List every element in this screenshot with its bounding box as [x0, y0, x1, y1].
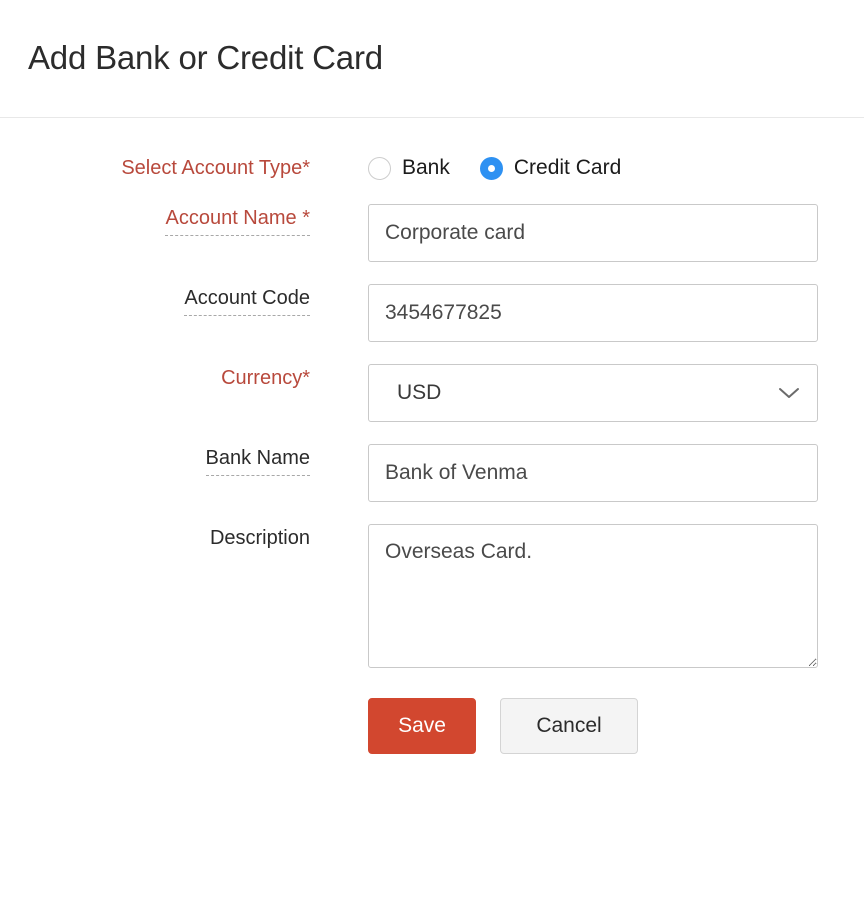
bank-name-input[interactable]	[368, 444, 818, 502]
save-button[interactable]: Save	[368, 698, 476, 754]
radio-bank-icon[interactable]	[368, 156, 391, 180]
account-code-label-cell: Account Code	[0, 284, 310, 316]
radio-option-credit-card[interactable]: Credit Card	[479, 154, 622, 182]
description-field-cell	[310, 524, 864, 668]
account-name-field-cell	[310, 204, 864, 262]
currency-select[interactable]: USD	[368, 364, 818, 422]
account-name-label: Account Name *	[165, 204, 310, 236]
form-row-account-type: Select Account Type* Bank Credit Card	[0, 154, 864, 182]
account-type-label: Select Account Type*	[121, 157, 310, 179]
cancel-button[interactable]: Cancel	[500, 698, 638, 754]
bank-name-field-cell	[310, 444, 864, 502]
form-row-currency: Currency* USD	[0, 364, 864, 422]
form-row-account-code: Account Code	[0, 284, 864, 342]
radio-option-bank[interactable]: Bank	[368, 154, 450, 182]
description-label-cell: Description	[0, 524, 310, 552]
account-name-input[interactable]	[368, 204, 818, 262]
page-title: Add Bank or Credit Card	[28, 39, 383, 77]
radio-credit-card-label: Credit Card	[513, 156, 622, 179]
account-code-field-cell	[310, 284, 864, 342]
bank-name-label: Bank Name	[205, 444, 310, 476]
account-code-label: Account Code	[184, 284, 310, 316]
bank-name-label-cell: Bank Name	[0, 444, 310, 476]
currency-label-cell: Currency*	[0, 364, 310, 392]
page-header: Add Bank or Credit Card	[0, 0, 864, 118]
form-row-account-name: Account Name *	[0, 204, 864, 262]
description-label: Description	[209, 527, 310, 549]
form-row-bank-name: Bank Name	[0, 444, 864, 502]
account-name-label-cell: Account Name *	[0, 204, 310, 236]
radio-bank-label: Bank	[402, 156, 450, 179]
account-type-field-cell: Bank Credit Card	[310, 154, 864, 182]
form-actions: Save Cancel	[310, 698, 638, 754]
add-bank-credit-card-form: Select Account Type* Bank Credit Card Ac…	[0, 118, 864, 754]
radio-credit-card-icon[interactable]	[479, 156, 503, 180]
description-textarea[interactable]	[368, 524, 818, 668]
actions-spacer	[0, 698, 310, 754]
account-type-label-cell: Select Account Type*	[0, 154, 310, 182]
account-code-input[interactable]	[368, 284, 818, 342]
currency-field-cell: USD	[310, 364, 864, 422]
form-actions-row: Save Cancel	[0, 698, 864, 754]
currency-label: Currency*	[221, 367, 310, 389]
form-row-description: Description	[0, 524, 864, 668]
currency-select-wrap: USD	[368, 364, 818, 422]
account-type-radio-group: Bank Credit Card	[368, 154, 864, 182]
